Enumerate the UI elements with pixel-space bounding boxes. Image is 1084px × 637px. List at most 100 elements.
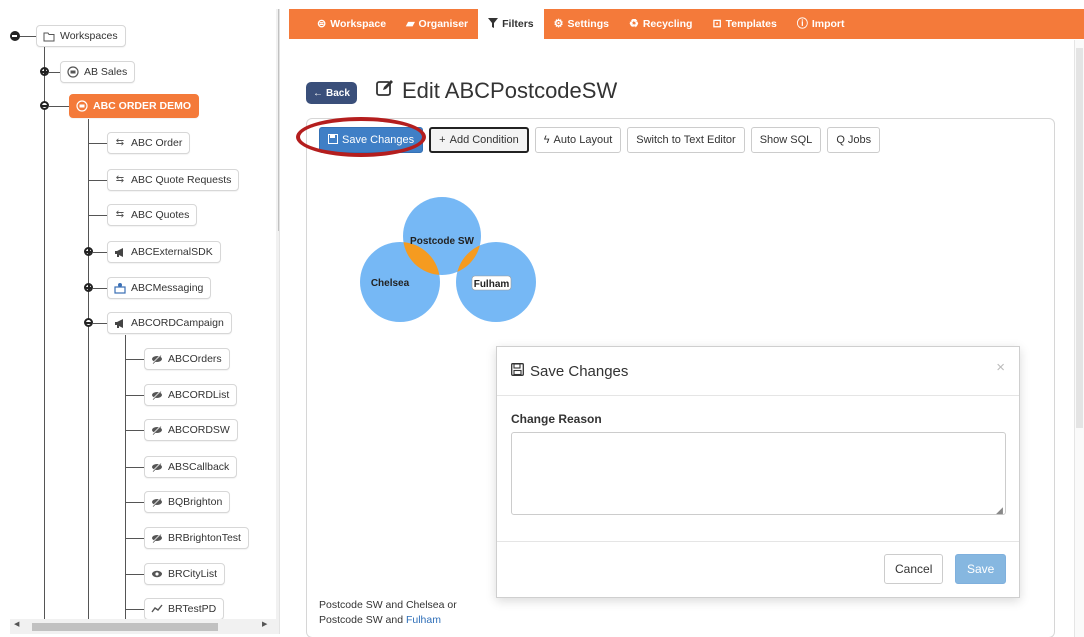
tree-connector: [44, 47, 45, 619]
scroll-right-arrow-icon[interactable]: ▶: [262, 620, 267, 628]
nav-tab-recycling[interactable]: ♻ Recycling: [619, 9, 702, 39]
tree-node-brbrightontest[interactable]: BRBrightonTest: [144, 527, 249, 549]
tree-node-label: ABCORDList: [168, 389, 230, 401]
nav-tab-settings[interactable]: ⚙ Settings: [544, 9, 619, 39]
tree-node-ab-sales[interactable]: AB Sales: [60, 61, 136, 83]
save-button[interactable]: Save: [955, 554, 1007, 584]
scroll-left-arrow-icon[interactable]: ◀: [14, 620, 19, 628]
tree-hscrollbar-thumb[interactable]: [32, 623, 218, 631]
nav-tab-label: Recycling: [642, 18, 693, 30]
chart-icon: [151, 603, 163, 615]
eye-icon: [151, 568, 163, 580]
tree-node-label: ABC ORDER DEMO: [93, 100, 192, 112]
tree-node-label: ABCExternalSDK: [131, 246, 213, 258]
collapse-toggle-workspaces[interactable]: [10, 31, 20, 41]
dialog-title-text: Save Changes: [530, 363, 629, 380]
tree-node-label: ABC Quotes: [131, 209, 190, 221]
dialog-title: Save Changes: [511, 363, 628, 380]
tree-node-bqbrighton[interactable]: BQBrighton: [144, 491, 231, 513]
hidden-filter-icon: [151, 532, 163, 544]
tree-node-label: ABSCallback: [168, 461, 230, 473]
venn-diagram: Postcode SW Chelsea Fulham: [360, 197, 536, 322]
nav-tab-organiser[interactable]: ▰ Organiser: [396, 9, 478, 39]
auto-layout-button[interactable]: ϟ Auto Layout: [534, 127, 622, 153]
show-sql-button[interactable]: Show SQL: [750, 127, 822, 153]
tree-node-label: ABCOrders: [168, 353, 222, 365]
expand-toggle-abcmessaging[interactable]: [84, 283, 93, 292]
tree-node-abcorders[interactable]: ABCOrders: [144, 348, 230, 370]
expand-toggle-ab-sales[interactable]: [40, 67, 49, 76]
collapse-toggle-abcordcampaign[interactable]: [84, 318, 93, 327]
collapse-toggle-abc-order-demo[interactable]: [40, 101, 49, 110]
nav-tab-import[interactable]: ⓘ Import: [787, 9, 855, 39]
tree-node-brtestpd[interactable]: BRTestPD: [144, 598, 225, 620]
tree-node-abc-quotes[interactable]: ⇆ ABC Quotes: [107, 204, 198, 226]
page-scrollbar-thumb[interactable]: [1076, 48, 1083, 428]
tree-node-abcordsw[interactable]: ABCORDSW: [144, 419, 238, 441]
filter-icon: [488, 17, 499, 31]
workspace-icon: [67, 66, 79, 78]
expression-line-2-prefix: Postcode SW and: [319, 614, 406, 626]
nav-tab-templates[interactable]: ⊡ Templates: [702, 9, 786, 39]
tree-connector: [49, 106, 69, 107]
tree-node-label: ABC Order: [131, 137, 183, 149]
tree-node-abc-order-demo[interactable]: ABC ORDER DEMO: [69, 94, 200, 118]
tree-connector: [125, 335, 126, 619]
hidden-filter-icon: [151, 353, 163, 365]
add-condition-button[interactable]: + Add Condition: [429, 127, 529, 153]
back-button[interactable]: ← Back: [306, 82, 357, 104]
arrow-left-icon: ←: [313, 87, 323, 99]
change-reason-textarea[interactable]: [511, 432, 1006, 515]
floppy-disk-icon: [511, 363, 524, 380]
tree-node-abcmessaging[interactable]: ABCMessaging: [107, 277, 212, 299]
tree-node-brcitylist[interactable]: BRCityList: [144, 563, 226, 585]
tree-node-label: AB Sales: [84, 66, 128, 78]
gear-icon: ⚙: [553, 17, 564, 30]
page-scrollbar[interactable]: [1074, 40, 1084, 637]
tree-horizontal-scrollbar[interactable]: ◀ ▶: [10, 619, 279, 634]
tree-node-abscallback[interactable]: ABSCallback: [144, 456, 238, 478]
dialog-footer: Cancel Save: [497, 541, 1019, 599]
expand-toggle-abcexternalsdk[interactable]: [84, 247, 93, 256]
tree-node-abc-quote-requests[interactable]: ⇆ ABC Quote Requests: [107, 169, 240, 191]
save-changes-dialog: Save Changes × Change Reason ◢ Cancel Sa…: [496, 346, 1020, 598]
tree-node-abcordlist[interactable]: ABCORDList: [144, 384, 238, 406]
main-navigation: ⊜ Workspace ▰ Organiser Filters ⚙ Settin…: [289, 9, 1084, 39]
dialog-header: Save Changes ×: [497, 347, 1019, 396]
relation-icon: ⇆: [115, 137, 125, 148]
expression-link-fulham[interactable]: Fulham: [406, 614, 441, 626]
tree-scrollbar-thumb[interactable]: [278, 9, 279, 231]
expression-line-2: Postcode SW and Fulham: [319, 613, 457, 628]
tree-node-workspaces[interactable]: Workspaces: [36, 25, 126, 47]
tree-node-abc-order[interactable]: ⇆ ABC Order: [107, 132, 191, 154]
expression-line-1: Postcode SW and Chelsea or: [319, 599, 457, 611]
back-label: Back: [326, 87, 350, 99]
cancel-button[interactable]: Cancel: [884, 554, 944, 584]
nav-tab-label: Settings: [567, 18, 609, 30]
workspace-tree: Workspaces AB Sales ABC ORDER DEMO ⇆ ABC…: [10, 9, 280, 634]
tree-node-label: ABC Quote Requests: [131, 174, 232, 186]
bolt-icon: ϟ: [543, 134, 550, 146]
messaging-icon: [114, 282, 126, 294]
recycle-icon: ♻: [628, 17, 639, 30]
tree-node-abcexternalsdk[interactable]: ABCExternalSDK: [107, 241, 221, 263]
tree-vertical-scrollbar[interactable]: ▼: [276, 9, 280, 619]
save-changes-button[interactable]: Save Changes: [319, 127, 424, 153]
nav-tab-workspace[interactable]: ⊜ Workspace: [307, 9, 396, 39]
resize-grip-icon[interactable]: ◢: [996, 505, 1003, 516]
tree-node-abcordcampaign[interactable]: ABCORDCampaign: [107, 312, 232, 334]
venn-label-top: Postcode SW: [410, 236, 474, 247]
scroll-down-arrow-icon[interactable]: ▼: [276, 607, 280, 619]
tree-connector: [18, 36, 38, 37]
nav-tab-label: Import: [811, 18, 845, 30]
close-icon[interactable]: ×: [996, 359, 1005, 376]
nav-tab-label: Workspace: [330, 18, 387, 30]
megaphone-icon: [114, 317, 126, 329]
q-jobs-button[interactable]: Q Jobs: [827, 127, 881, 153]
text-editor-button[interactable]: Switch to Text Editor: [627, 127, 745, 153]
workspace-icon: ⊜: [317, 17, 327, 30]
nav-tab-filters[interactable]: Filters: [478, 9, 544, 39]
show-sql-label: Show SQL: [759, 134, 813, 146]
nav-tab-label: Organiser: [418, 18, 469, 30]
tree-node-label: ABCORDCampaign: [131, 317, 224, 329]
